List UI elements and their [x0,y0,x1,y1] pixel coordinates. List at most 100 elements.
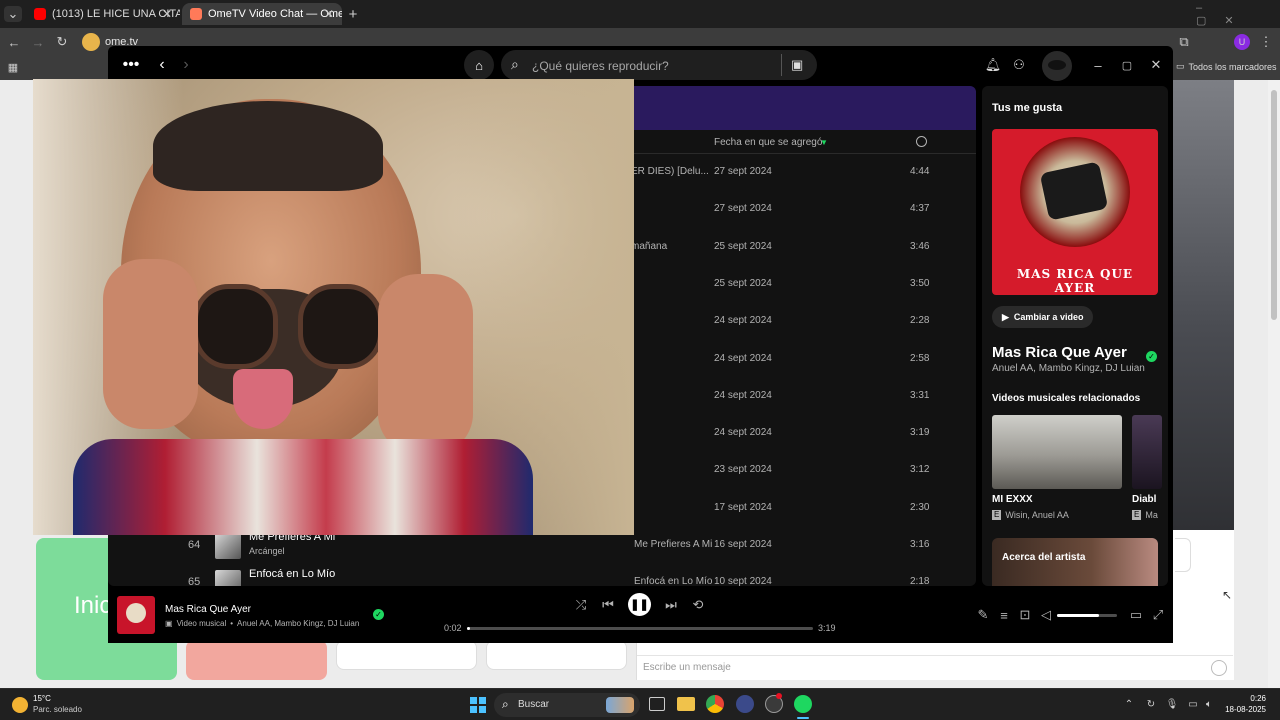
progress-bar[interactable] [467,627,813,630]
browse-icon[interactable]: ▣ [791,57,803,73]
reload-icon[interactable]: ↻ [54,34,70,50]
miniplayer-icon[interactable]: ▭ [1129,607,1143,622]
spotify-icon[interactable] [794,695,812,713]
window-controls[interactable]: –▢✕ [1196,2,1272,27]
artists-text: Ma [1145,510,1158,520]
hidden-icons-chevron[interactable]: ⌃ [1123,698,1135,710]
track-artist[interactable]: Arcángel [249,546,285,556]
remote-video [1170,80,1234,530]
clock-time[interactable]: 0:26 [1226,694,1266,703]
search-highlight-icon [606,697,634,713]
message-input[interactable]: Escribe un mensaje [643,662,731,673]
tab-youtube[interactable]: (1013) LE HICE UNA CITA A CIE ✕ [26,3,180,25]
player-artists[interactable]: Anuel AA, Mambo Kingz, DJ Luian [237,619,359,628]
close-tab-icon[interactable]: ✕ [162,7,172,21]
menu-icon[interactable]: ⋮ [1258,34,1274,50]
track-album[interactable]: Me Prefieres A Mi [634,539,712,550]
chat-side-tab[interactable] [1175,538,1191,572]
task-view-icon[interactable] [649,697,665,711]
right-hand [378,274,473,454]
related-video-title[interactable]: Diabl [1132,494,1156,505]
track-artwork[interactable] [215,533,241,559]
repeat-icon[interactable]: ⟲ [691,597,705,612]
jacket [73,439,533,535]
tab-ometv[interactable]: OmeTV Video Chat — Ome ✕ [182,3,342,25]
spotify-search[interactable]: ⌕ ¿Qué quieres reproducir? ▣ [501,50,817,80]
track-album[interactable]: ER DIES) [Delu... [631,166,709,177]
track-date-added: 16 sept 2024 [714,539,772,550]
nav-back-icon[interactable]: ‹ [154,56,170,74]
file-explorer-icon[interactable] [677,697,695,711]
player-track-title[interactable]: Mas Rica Que Ayer [165,604,251,615]
related-video-artists: E Wisin, Anuel AA [992,510,1069,520]
connect-device-icon[interactable]: ⊡ [1018,607,1032,622]
more-options-icon[interactable]: ••• [122,56,140,74]
microphone-icon[interactable]: 🎙︎ [1166,698,1179,710]
track-date-added: 25 sept 2024 [714,277,772,289]
date-added-header[interactable]: Fecha en que se agregó [714,137,822,148]
profile-avatar[interactable]: U [1234,34,1250,50]
maximize-icon[interactable]: ▢ [1121,58,1133,72]
windows-start-icon[interactable] [470,697,486,713]
track-row[interactable]: 65 Enfocá en Lo Mío Enfocá en Lo Mío 10 sep… [108,564,976,586]
back-icon[interactable]: ← [6,34,22,50]
liked-check-icon[interactable]: ✓ [373,609,384,620]
extensions-icon[interactable]: ⧉ [1176,34,1192,50]
switch-to-video-button[interactable]: ▶ Cambiar a video [992,306,1094,328]
related-video-thumbnail[interactable] [992,415,1122,489]
weather-description[interactable]: Parc. soleado [33,705,82,714]
emoji-icon[interactable] [1211,660,1227,676]
search-input[interactable]: ¿Qué quieres reproducir? [532,59,669,73]
track-album[interactable]: mañana [631,241,667,252]
chrome-icon[interactable] [706,695,724,713]
forward-icon[interactable]: → [30,34,46,50]
user-avatar[interactable] [1042,51,1072,81]
previous-icon[interactable]: ⏮ [601,597,615,612]
taskbar-search[interactable]: ⌕ Buscar [494,693,640,717]
notifications-icon[interactable]: 🔔︎ [985,57,1002,72]
related-video-title[interactable]: MI EXXX [992,494,1033,505]
queue-icon[interactable]: ≡ [997,608,1011,623]
weather-icon[interactable] [12,697,28,713]
minimize-icon[interactable]: – [1092,58,1104,73]
about-artist-card[interactable]: Acerca del artista [992,538,1158,586]
page-button[interactable] [486,640,627,670]
lyrics-icon[interactable]: ✎ [976,607,990,622]
home-button[interactable]: ⌂ [464,50,494,80]
stop-button[interactable] [186,640,327,680]
new-tab-button[interactable]: + [344,5,362,23]
track-title[interactable]: Enfocá en Lo Mío [249,568,335,580]
all-bookmarks-folder[interactable]: ▭ Todos los marcadores [1176,61,1277,72]
nav-forward-icon[interactable]: › [178,56,194,74]
related-video-thumbnail[interactable] [1132,415,1162,489]
friend-activity-icon[interactable]: ⚇ [1012,57,1026,72]
pause-button[interactable]: ❚❚ [628,593,651,616]
now-playing-thumbnail[interactable] [117,596,155,634]
page-button[interactable] [336,640,477,670]
network-icon[interactable]: ▭ [1187,698,1199,710]
fullscreen-icon[interactable]: ⤢ [1151,607,1165,622]
app-icon[interactable] [736,695,754,713]
track-album[interactable]: Enfocá en Lo Mío [634,576,712,586]
tab-search-icon[interactable]: ⌄ [4,6,22,22]
site-info-icon[interactable] [82,33,100,51]
scrollbar-thumb[interactable] [1271,90,1277,320]
volume-icon[interactable]: ◁ [1039,607,1053,622]
shuffle-icon[interactable]: ⤮ [574,597,588,612]
speaker-icon[interactable]: 🔈︎ [1203,698,1215,710]
apps-grid-icon[interactable]: ▦ [6,60,20,74]
track-artists[interactable]: Anuel AA, Mambo Kingz, DJ Luian [992,363,1145,374]
sync-icon[interactable]: ↻ [1145,698,1157,710]
track-artwork[interactable] [215,570,241,586]
weather-temperature[interactable]: 15°C [33,694,51,703]
liked-check-icon[interactable]: ✓ [1146,351,1157,362]
close-icon[interactable]: ✕ [1150,57,1162,72]
volume-slider[interactable] [1057,614,1117,617]
next-icon[interactable]: ⏭ [664,597,678,612]
music-video-frame[interactable] [33,79,634,535]
close-tab-icon[interactable]: ✕ [324,7,334,21]
sort-arrow-icon[interactable]: ▼ [820,138,828,147]
track-title[interactable]: Mas Rica Que Ayer [992,344,1127,361]
clock-date[interactable]: 18-08-2025 [1220,705,1266,714]
page-scrollbar[interactable] [1268,80,1280,688]
